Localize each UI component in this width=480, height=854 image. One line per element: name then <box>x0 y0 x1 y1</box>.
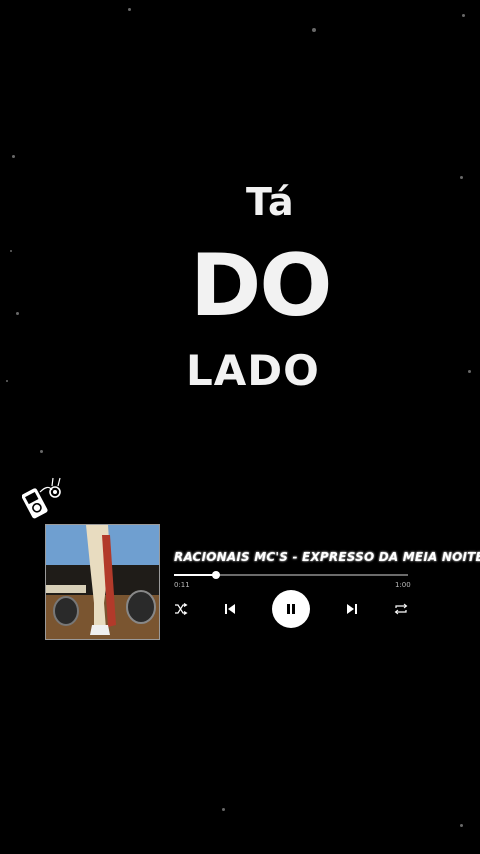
lyric-line-2: DO <box>190 236 332 336</box>
previous-button[interactable] <box>222 601 238 617</box>
pause-icon <box>287 604 295 614</box>
lyric-line-1: Tá <box>246 180 295 224</box>
album-cover <box>45 524 160 640</box>
lyric-line-3: LADO <box>186 346 320 395</box>
next-icon <box>347 604 357 614</box>
shuffle-icon <box>175 603 188 615</box>
song-title: RACIONAIS MC'S - EXPRESSO DA MEIA NOITE <box>174 550 480 564</box>
mp3-player-icon <box>21 474 68 524</box>
time-total: 1:00 <box>395 581 411 589</box>
next-button[interactable] <box>344 601 360 617</box>
progress-thumb[interactable] <box>212 571 221 579</box>
progress-bar[interactable] <box>174 571 408 579</box>
time-elapsed: 0:11 <box>174 581 190 589</box>
shuffle-button[interactable] <box>173 601 189 617</box>
pause-button[interactable] <box>272 590 310 628</box>
repeat-icon <box>394 603 408 615</box>
previous-icon <box>225 604 235 614</box>
repeat-button[interactable] <box>393 601 409 617</box>
progress-fill <box>174 574 217 576</box>
